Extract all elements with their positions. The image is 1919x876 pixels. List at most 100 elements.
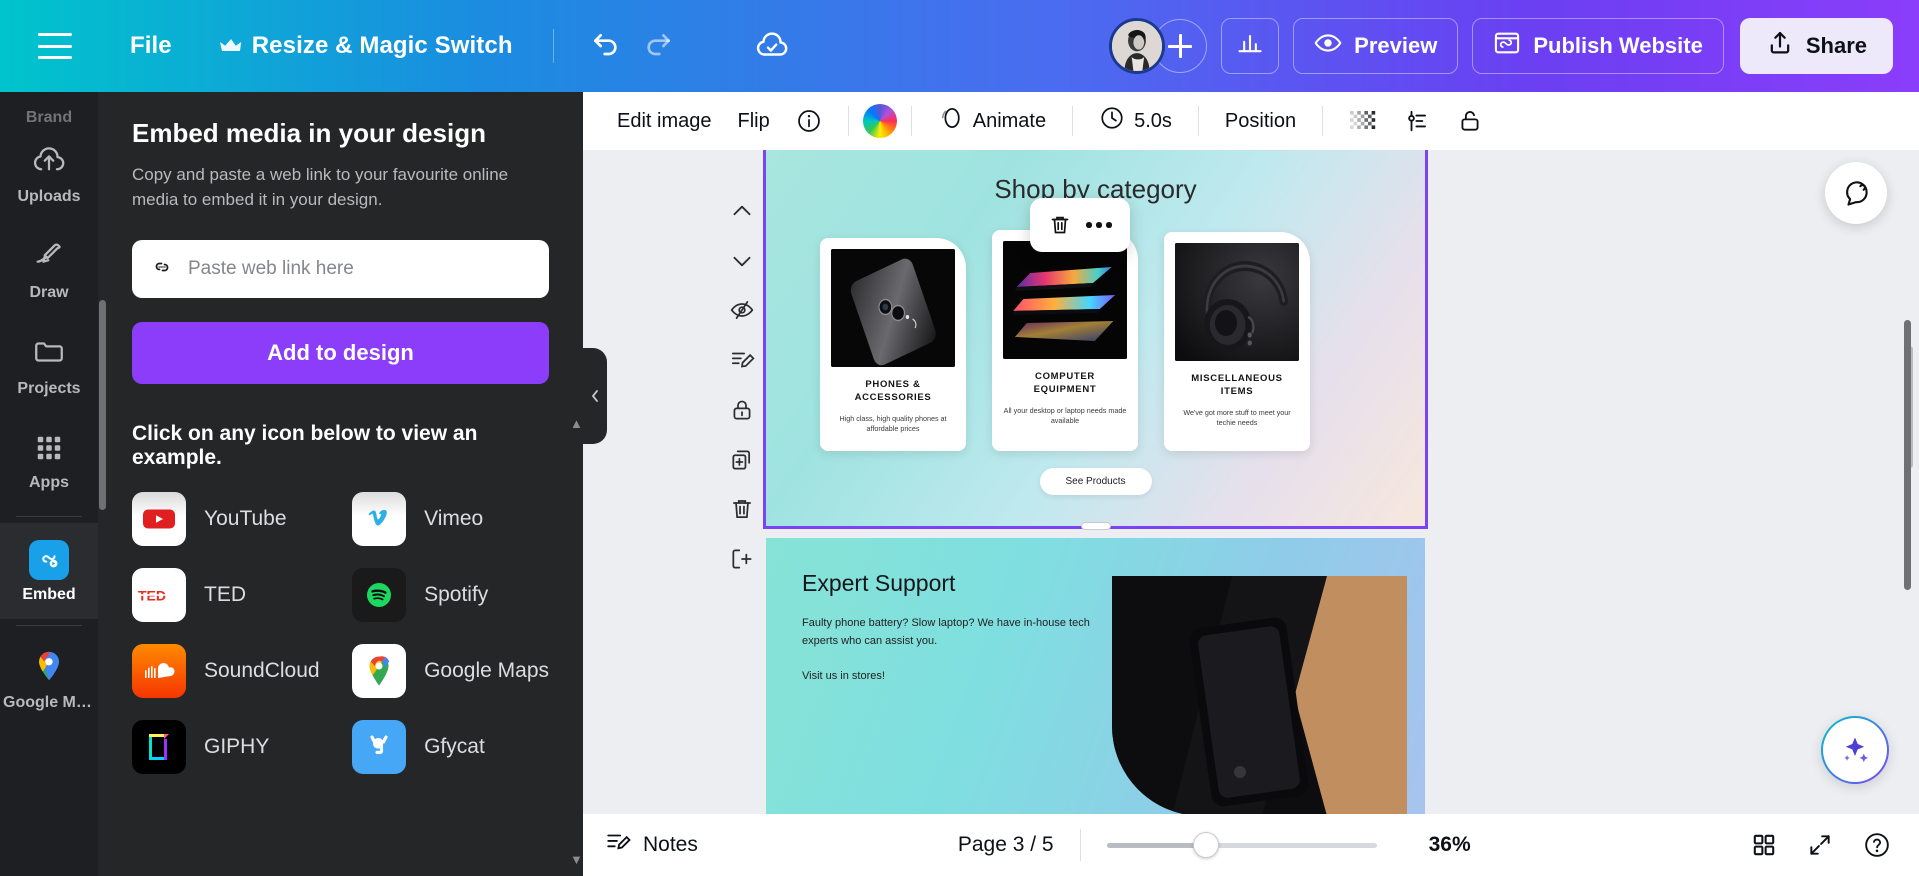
bottom-bar-right-group (1751, 831, 1897, 859)
top-bar: File Resize & Magic Switch Preview Publi… (0, 0, 1919, 92)
collapse-panel-button[interactable] (583, 348, 607, 444)
chevron-up-icon[interactable] (719, 190, 765, 232)
magic-sparkle-icon[interactable] (1821, 716, 1889, 784)
edit-image-button[interactable]: Edit image (605, 103, 724, 140)
more-dots-icon[interactable] (1086, 222, 1112, 228)
share-button[interactable]: Share (1739, 18, 1893, 74)
list-item[interactable]: Google Maps (352, 644, 549, 699)
list-item[interactable]: GIPHY (132, 720, 326, 775)
panel-hint: Click on any icon below to view an examp… (132, 422, 478, 470)
sidebar-item-projects[interactable]: Projects (0, 318, 98, 414)
page-resize-handle[interactable] (1080, 522, 1111, 530)
page-side-toolbar (713, 190, 771, 580)
list-item[interactable]: SoundCloud (132, 644, 326, 699)
card-subtitle: High class, high quality phones at affor… (839, 413, 947, 434)
file-menu-button[interactable]: File (116, 24, 186, 68)
sidebar-item-apps[interactable]: Apps (0, 414, 98, 510)
resize-magic-switch-button[interactable]: Resize & Magic Switch (219, 24, 527, 68)
transparency-icon[interactable] (1337, 101, 1391, 141)
duplicate-icon[interactable] (719, 439, 765, 481)
list-item[interactable]: TED TED (132, 568, 326, 623)
rail-scrollbar[interactable] (99, 300, 106, 510)
sidebar-item-google-maps[interactable]: Google Ma... (0, 632, 98, 728)
panel-scroll-down-icon[interactable]: ▼ (570, 852, 583, 867)
insights-button[interactable] (1221, 18, 1280, 74)
sidebar-item-label: Projects (17, 380, 81, 397)
grid-apps-icon (34, 433, 64, 468)
cloud-check-icon[interactable] (746, 20, 798, 72)
add-to-design-button[interactable]: Add to design (132, 322, 549, 385)
list-item-label: Vimeo (424, 507, 484, 531)
info-icon[interactable] (784, 101, 834, 141)
link-icon (150, 255, 174, 284)
trash-icon[interactable] (1048, 213, 1072, 237)
avatar[interactable] (1109, 18, 1166, 74)
search-input[interactable] (188, 258, 531, 281)
resize-magic-switch-label: Resize & Magic Switch (251, 32, 513, 59)
lock-icon[interactable] (719, 389, 765, 431)
notes-label: Notes (643, 833, 698, 856)
soundcloud-icon (132, 644, 186, 699)
zoom-level[interactable]: 36% (1429, 833, 1471, 857)
help-icon[interactable] (1863, 831, 1891, 859)
design-page-4[interactable]: Expert Support Faulty phone battery? Slo… (766, 538, 1425, 838)
sidebar-item-uploads[interactable]: Uploads (0, 126, 98, 222)
design-canvas-area: Shop by category PHONES & ACCESSORIES Hi… (583, 150, 1919, 876)
expand-page-icon[interactable] (719, 538, 765, 580)
eye-icon (1314, 29, 1342, 63)
giphy-icon (132, 720, 186, 775)
headphones-product-image (1175, 243, 1299, 361)
trash-icon[interactable] (719, 489, 765, 531)
panel-description: Copy and paste a web link to your favour… (132, 165, 509, 209)
position-button[interactable]: Position (1213, 103, 1308, 140)
comment-icon[interactable] (1825, 162, 1887, 224)
category-card[interactable]: MISCELLANEOUS ITEMS We've got more stuff… (1164, 232, 1310, 452)
list-item[interactable]: Gfycat (352, 720, 549, 775)
preview-button[interactable]: Preview (1293, 18, 1459, 74)
share-upload-icon (1766, 29, 1794, 63)
embed-icon (29, 539, 69, 580)
hamburger-icon[interactable] (38, 33, 72, 59)
sidebar-item-brand[interactable]: Brand (0, 92, 98, 126)
expand-icon[interactable] (1807, 832, 1833, 858)
page-indicator[interactable]: Page 3 / 5 (958, 833, 1054, 857)
list-item[interactable]: Spotify (352, 568, 549, 623)
notes-button[interactable]: Notes (605, 829, 698, 861)
category-card[interactable]: PHONES & ACCESSORIES High class, high qu… (820, 238, 966, 452)
grid-view-icon[interactable] (1751, 832, 1777, 858)
bottom-divider (1079, 829, 1081, 861)
notes-edit-icon[interactable] (719, 339, 765, 381)
sidebar-divider (16, 516, 82, 517)
hide-icon[interactable] (719, 290, 765, 332)
undo-icon[interactable] (580, 20, 632, 72)
color-wheel-icon[interactable] (862, 104, 897, 138)
canva-editor-window: File Resize & Magic Switch Preview Publi… (0, 0, 1919, 876)
sidebar-item-draw[interactable]: Draw (0, 222, 98, 318)
lock-open-icon[interactable] (1445, 101, 1495, 141)
web-link-field[interactable] (132, 240, 549, 299)
panel-scrollbar[interactable] (1904, 320, 1911, 590)
category-card[interactable]: COMPUTER EQUIPMENT All your desktop or l… (992, 230, 1138, 452)
sidebar-item-label: Embed (22, 585, 76, 603)
see-products-button[interactable]: See Products (1039, 468, 1152, 495)
youtube-icon (132, 492, 186, 547)
list-item[interactable]: YouTube (132, 492, 326, 547)
list-item[interactable]: Vimeo (352, 492, 549, 547)
crown-icon (219, 38, 242, 54)
animate-icon (938, 105, 964, 137)
redo-icon[interactable] (632, 20, 684, 72)
zoom-slider[interactable] (1106, 832, 1377, 858)
panel-scroll-up-icon[interactable]: ▲ (570, 416, 583, 431)
sidebar-item-embed[interactable]: Embed (0, 523, 98, 619)
object-properties-toolbar: Edit image Flip Animate 5.0s Position (583, 92, 1919, 150)
chevron-down-icon[interactable] (719, 240, 765, 282)
list-item-label: Spotify (424, 583, 489, 607)
duration-button[interactable]: 5.0s (1087, 98, 1184, 144)
spacing-icon[interactable] (1393, 101, 1443, 141)
collaborators-group (1109, 18, 1208, 74)
publish-website-button[interactable]: Publish Website (1472, 18, 1724, 74)
flip-button[interactable]: Flip (726, 103, 782, 140)
toolbar-divider (910, 106, 912, 136)
animate-button[interactable]: Animate (926, 98, 1058, 144)
zoom-slider-knob[interactable] (1193, 832, 1219, 858)
